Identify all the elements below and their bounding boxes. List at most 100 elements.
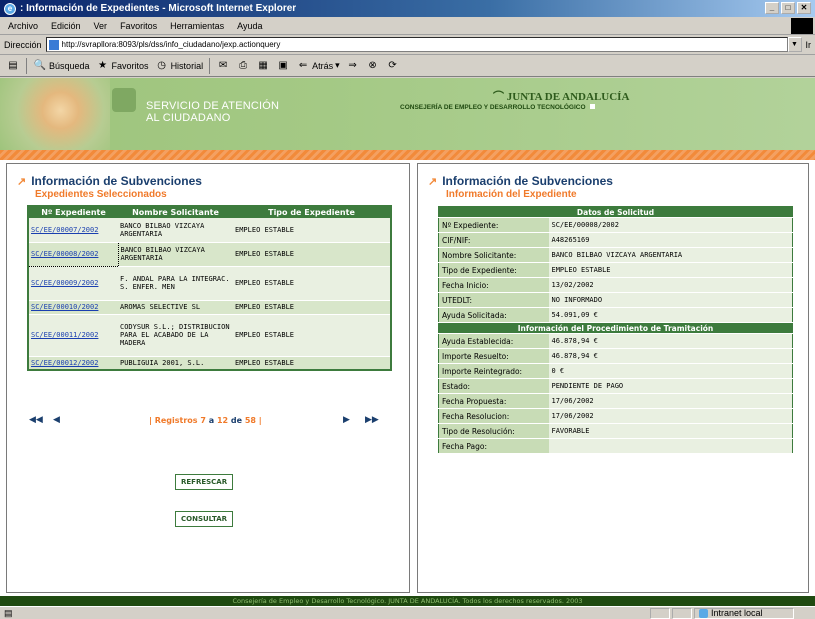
favorites-icon: ★ [98, 60, 108, 71]
next-page-icon[interactable]: ▶ [343, 415, 350, 425]
field-value: EMPLEO ESTABLE [548, 262, 793, 278]
ie-icon: e [4, 2, 16, 15]
status-cell [672, 607, 692, 619]
records-from: 7 [200, 416, 206, 425]
menu-archivo[interactable]: Archivo [8, 21, 38, 31]
expediente-link[interactable]: SC/EE/00012/2002 [28, 356, 118, 371]
web-page: Servicio de Atención al Ciudadano ⌒ Junt… [0, 78, 815, 606]
detail-row: Fecha Pago: [438, 438, 793, 454]
field-label: CIF/NIF: [438, 232, 549, 248]
col-expediente[interactable]: Nº Expediente [28, 206, 118, 218]
detail-row: Fecha Resolucion: 17/06/2002 [438, 408, 793, 424]
table-row-selected: SC/EE/00008/2002 BANCO BILBAO VIZCAYA AR… [27, 241, 391, 267]
field-value: FAVORABLE [548, 423, 793, 439]
solicitante-cell: BANCO BILBAO VIZCAYA ARGENTARIA [118, 242, 233, 267]
print-icon[interactable]: ⎙ [236, 59, 250, 73]
table-header: Nº Expediente Nombre Solicitante Tipo de… [28, 206, 391, 218]
menu-edicion[interactable]: Edición [51, 21, 81, 31]
expediente-link[interactable]: SC/EE/00007/2002 [28, 218, 118, 243]
pagination: ◀◀ ◀ | Registros 7 a 12 de 58 | ▶ ▶▶ [27, 414, 392, 430]
back-label: Atrás [312, 60, 334, 71]
close-button[interactable]: ✕ [797, 2, 811, 14]
page-icon[interactable]: ▤ [6, 59, 20, 73]
go-button[interactable]: Ir [806, 40, 812, 50]
service-name: Servicio de Atención al Ciudadano [146, 100, 279, 124]
records-de: de [230, 416, 243, 425]
field-value: 54.091,09 € [548, 307, 793, 323]
field-label: Nº Expediente: [438, 217, 549, 233]
service-logo-icon [112, 88, 136, 112]
window-title-bar: e : Información de Expedientes - Microso… [0, 0, 815, 17]
menu-ayuda[interactable]: Ayuda [237, 21, 262, 31]
browser-toolbar: ▤ 🔍 Búsqueda ★ Favoritos ◷ Historial ✉ ⎙… [0, 55, 815, 77]
detail-row: Fecha Propuesta: 17/06/2002 [438, 393, 793, 409]
detail-row: Tipo de Expediente: EMPLEO ESTABLE [438, 262, 793, 278]
field-label: Ayuda Establecida: [438, 333, 549, 349]
detail-row: Ayuda Establecida: 46.878,94 € [438, 333, 793, 349]
address-dropdown-button[interactable]: ▼ [787, 37, 802, 52]
history-icon: ◷ [157, 60, 166, 71]
status-bar: ▤ Intranet local [0, 606, 815, 619]
refresh-button[interactable]: REFRESCAR [175, 474, 234, 490]
minimize-button[interactable]: _ [765, 2, 779, 14]
maximize-button[interactable]: □ [781, 2, 795, 14]
tipo-cell: EMPLEO ESTABLE [233, 266, 391, 301]
history-label: Historial [170, 60, 204, 71]
field-value: SC/EE/00008/2002 [548, 217, 793, 233]
field-value: NO INFORMADO [548, 292, 793, 308]
page-icon [48, 39, 59, 50]
tipo-cell: EMPLEO ESTABLE [233, 242, 391, 267]
menu-bar: Archivo Edición Ver Favoritos Herramient… [0, 17, 815, 35]
expediente-link[interactable]: SC/EE/00009/2002 [28, 266, 118, 301]
menu-favoritos[interactable]: Favoritos [120, 21, 157, 31]
discuss-icon[interactable]: ▣ [276, 59, 290, 73]
expediente-link[interactable]: SC/EE/00008/2002 [27, 241, 119, 267]
records-to: 12 [216, 416, 229, 425]
refresh-icon[interactable]: ⟳ [386, 59, 400, 73]
back-button[interactable]: ⇐ Atrás ▾ [296, 59, 340, 73]
tipo-cell: EMPLEO ESTABLE [233, 314, 391, 357]
address-url: http://svrapllora:8093/pls/dss/info_ciud… [61, 40, 281, 49]
tipo-cell: EMPLEO ESTABLE [233, 218, 391, 243]
field-value: 46.878,94 € [548, 348, 793, 364]
detail-row: Estado: PENDIENTE DE PAGO [438, 378, 793, 394]
prev-page-icon[interactable]: ◀ [53, 415, 60, 425]
records-suffix: | [258, 416, 262, 425]
field-value: A48265169 [548, 232, 793, 248]
edit-icon[interactable]: ▦ [256, 59, 270, 73]
expediente-link[interactable]: SC/EE/00011/2002 [28, 314, 118, 357]
detail-row: CIF/NIF: A48265169 [438, 232, 793, 248]
toolbar-separator [26, 57, 27, 74]
status-cell [650, 607, 670, 619]
menu-herramientas[interactable]: Herramientas [170, 21, 224, 31]
field-value: PENDIENTE DE PAGO [548, 378, 793, 394]
records-a: a [208, 416, 215, 425]
last-page-icon[interactable]: ▶▶ [365, 415, 379, 425]
col-solicitante[interactable]: Nombre Solicitante [118, 206, 233, 218]
first-page-icon[interactable]: ◀◀ [29, 415, 43, 425]
address-input[interactable]: http://svrapllora:8093/pls/dss/info_ciud… [45, 37, 788, 52]
stop-icon[interactable]: ⊗ [366, 59, 380, 73]
expediente-link[interactable]: SC/EE/00010/2002 [28, 300, 118, 315]
status-page-icon: ▤ [4, 607, 13, 618]
col-tipo[interactable]: Tipo de Expediente [233, 206, 391, 218]
service-line-1: Servicio de Atención [146, 100, 280, 112]
mail-icon[interactable]: ✉ [216, 59, 230, 73]
security-zone: Intranet local [694, 607, 794, 619]
service-line-2: al Ciudadano [146, 112, 231, 124]
history-button[interactable]: ◷ Historial [155, 59, 204, 73]
menu-ver[interactable]: Ver [94, 21, 108, 31]
search-button[interactable]: 🔍 Búsqueda [33, 59, 90, 73]
status-text: ▤ [0, 608, 650, 619]
consult-button[interactable]: CONSULTAR [175, 511, 234, 527]
tipo-cell: EMPLEO ESTABLE [233, 356, 391, 371]
favorites-button[interactable]: ★ Favoritos [96, 59, 149, 73]
forward-arrow-icon[interactable]: ⇒ [346, 59, 360, 73]
address-bar: Dirección http://svrapllora:8093/pls/dss… [0, 35, 815, 55]
detail-row: Ayuda Solicitada: 54.091,09 € [438, 307, 793, 323]
banner-photo [0, 78, 110, 150]
window-controls: _ □ ✕ [765, 2, 811, 14]
header-banner: Servicio de Atención al Ciudadano ⌒ Junt… [0, 78, 815, 150]
field-label: Fecha Propuesta: [438, 393, 549, 409]
search-icon: 🔍 [33, 60, 47, 71]
